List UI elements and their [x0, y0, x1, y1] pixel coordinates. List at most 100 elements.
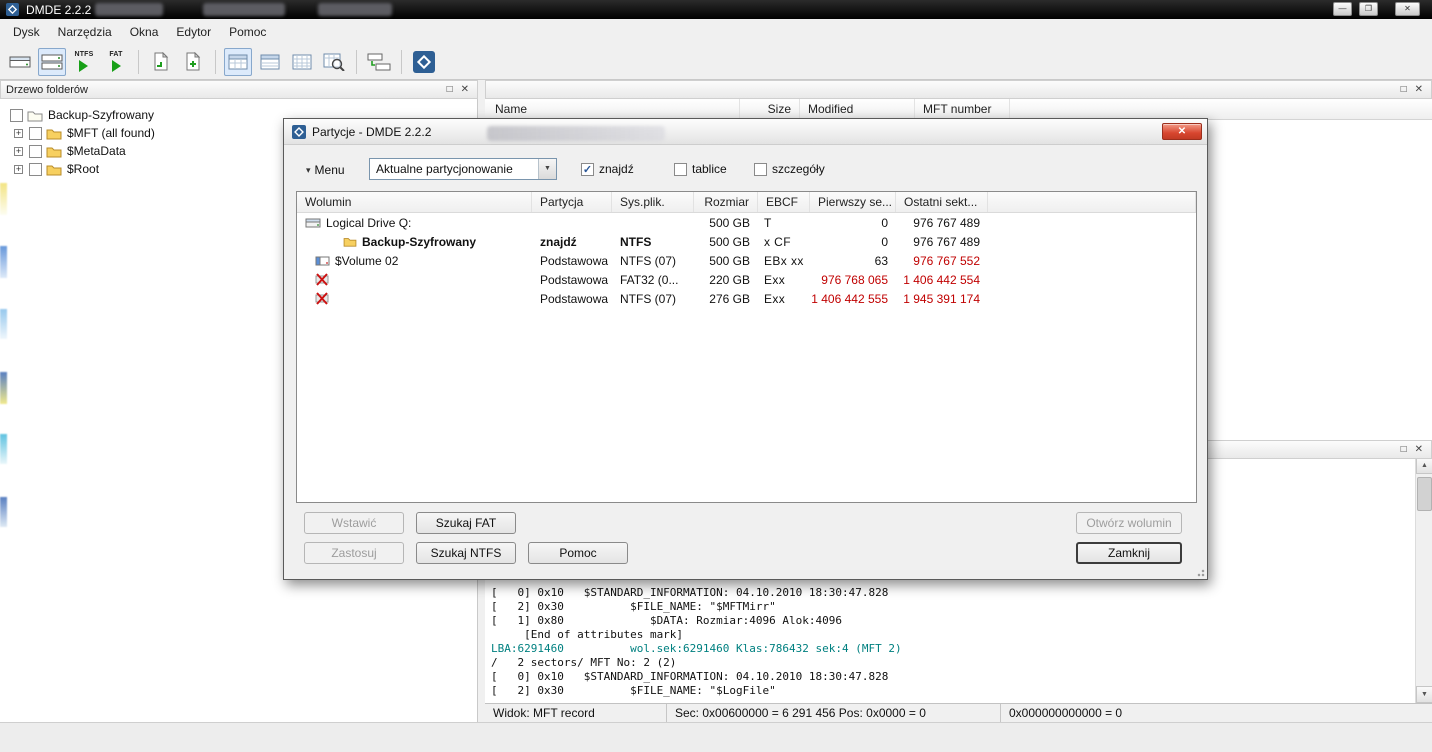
- checkbox-znajdz[interactable]: ✓ znajdź: [581, 162, 634, 176]
- open-drive-button[interactable]: [6, 48, 34, 76]
- toolbar-separator: [356, 49, 357, 74]
- dialog-icon: [292, 124, 306, 139]
- dialog-menu-button[interactable]: ▾ Menu: [298, 159, 353, 181]
- search-grid-icon: [323, 53, 345, 71]
- deleted-partition-icon: [315, 273, 329, 286]
- panel-restore-icon[interactable]: □: [447, 84, 453, 95]
- menu-narzedzia[interactable]: Narzędzia: [49, 22, 121, 42]
- toolbar-separator: [138, 49, 139, 74]
- vertical-scrollbar[interactable]: ▲ ▼: [1415, 457, 1432, 703]
- tree-checkbox[interactable]: [29, 126, 42, 140]
- clone-drive-button[interactable]: [365, 48, 393, 76]
- dialog-titlebar[interactable]: Partycje - DMDE 2.2.2 ✕: [284, 119, 1207, 145]
- about-dmde-button[interactable]: [410, 48, 438, 76]
- tree-checkbox[interactable]: [29, 144, 42, 158]
- checkbox-tablice[interactable]: tablice: [674, 162, 727, 176]
- close-button[interactable]: ✕: [1395, 2, 1420, 16]
- partition-mode-select[interactable]: Aktualne partycjonowanie ▼: [369, 158, 557, 180]
- scrollbar-thumb[interactable]: [1417, 477, 1432, 511]
- folder-open-icon: [27, 111, 43, 121]
- column-size[interactable]: Size: [740, 99, 800, 119]
- resize-grip[interactable]: [1195, 567, 1205, 577]
- folder-icon: [343, 238, 357, 247]
- panel-restore-icon[interactable]: □: [1401, 84, 1407, 95]
- minimize-button[interactable]: —: [1333, 2, 1352, 16]
- col-wolumin[interactable]: Wolumin: [297, 192, 532, 212]
- panel-restore-icon[interactable]: □: [1401, 444, 1407, 455]
- desktop-icon-sliver: [0, 183, 7, 215]
- folder-icon: [46, 129, 62, 139]
- panel-close-icon[interactable]: ✕: [1415, 84, 1423, 95]
- checkbox-unchecked: [674, 162, 687, 176]
- panel-close-icon[interactable]: ✕: [1415, 444, 1423, 455]
- deleted-partition-icon: [315, 292, 329, 305]
- partition-row[interactable]: Backup-Szyfrowany znajdź NTFS 500 GB x C…: [297, 232, 1196, 251]
- scroll-down-button[interactable]: ▼: [1416, 686, 1432, 703]
- menu-edytor[interactable]: Edytor: [167, 22, 220, 42]
- search-ntfs-dialog-button[interactable]: Szukaj NTFS: [416, 542, 516, 564]
- log-line-lba: LBA:6291460 wol.sek:6291460 Klas:786432 …: [491, 642, 902, 655]
- partition-table: Wolumin Partycja Sys.plik. Rozmiar EBCF …: [296, 191, 1197, 503]
- partition-row[interactable]: Podstawowa (A) FAT32 (0... 220 GB Exx 97…: [297, 270, 1196, 289]
- new-document-button[interactable]: [179, 48, 207, 76]
- search-fat-dialog-button[interactable]: Szukaj FAT: [416, 512, 516, 534]
- copy-drives-icon: [367, 53, 391, 70]
- menu-okna[interactable]: Okna: [121, 22, 168, 42]
- window-titlebar: DMDE 2.2.2 — ❐ ✕: [0, 0, 1432, 19]
- window-title: DMDE 2.2.2: [26, 2, 92, 17]
- log-line: [ 1] 0x80 $DATA: Rozmiar:4096 Alok:4096: [491, 614, 842, 627]
- expand-icon[interactable]: +: [14, 146, 23, 156]
- recover-file-button[interactable]: [147, 48, 175, 76]
- checkbox-unchecked: [754, 162, 767, 176]
- expand-icon[interactable]: +: [14, 128, 23, 138]
- tree-panel-header: Drzewo folderów □ ✕: [0, 80, 478, 99]
- select-drive-button[interactable]: [38, 47, 66, 76]
- expand-icon[interactable]: +: [14, 164, 23, 174]
- partition-table-header: Wolumin Partycja Sys.plik. Rozmiar EBCF …: [297, 192, 1196, 213]
- search-fat-button[interactable]: FAT: [102, 48, 130, 76]
- checkbox-szczegoly[interactable]: szczegóły: [754, 162, 825, 176]
- redacted-selected-file: [487, 126, 665, 141]
- file-list-columns: Name Size Modified MFT number: [485, 99, 1432, 120]
- col-ostatni[interactable]: Ostatni sekt...: [896, 192, 988, 212]
- col-pierwszy[interactable]: Pierwszy se...: [810, 192, 896, 212]
- col-rozmiar[interactable]: Rozmiar: [694, 192, 758, 212]
- search-ntfs-button[interactable]: NTFS: [70, 48, 98, 76]
- view-grid-button[interactable]: [288, 48, 316, 76]
- folder-icon: [46, 165, 62, 175]
- open-volume-button: Otwórz wolumin: [1076, 512, 1182, 534]
- col-filler: [988, 192, 1196, 212]
- tree-checkbox[interactable]: [29, 162, 42, 176]
- status-offset: 0x000000000000 = 0: [1009, 706, 1123, 720]
- partition-row[interactable]: Logical Drive Q: 500 GB T 0 976 767 489: [297, 213, 1196, 232]
- search-view-button[interactable]: [320, 48, 348, 76]
- partition-row[interactable]: Podstawowa NTFS (07) 276 GB Exx 1 406 44…: [297, 289, 1196, 308]
- tree-panel-title: Drzewo folderów: [6, 83, 88, 96]
- dmde-logo-icon: [413, 50, 435, 73]
- close-dialog-button[interactable]: Zamknij: [1076, 542, 1182, 564]
- restore-button[interactable]: ❐: [1359, 2, 1378, 16]
- col-ebcf[interactable]: EBCF: [758, 192, 810, 212]
- column-name[interactable]: Name: [485, 99, 740, 119]
- view-table-button[interactable]: [224, 47, 252, 76]
- column-mft-number[interactable]: MFT number: [915, 99, 1010, 119]
- dialog-controls: ▾ Menu Aktualne partycjonowanie ▼ ✓ znaj…: [284, 145, 1207, 191]
- bottom-strip: [0, 722, 1432, 752]
- document-recover-icon: [154, 52, 169, 71]
- redacted-taskbar-item: [95, 3, 163, 16]
- view-list-button[interactable]: [256, 48, 284, 76]
- column-modified[interactable]: Modified: [800, 99, 915, 119]
- dialog-close-button[interactable]: ✕: [1162, 123, 1202, 140]
- col-partycja[interactable]: Partycja: [532, 192, 612, 212]
- panel-close-icon[interactable]: ✕: [461, 84, 469, 95]
- menu-dysk[interactable]: Dysk: [4, 22, 49, 42]
- menu-pomoc[interactable]: Pomoc: [220, 22, 275, 42]
- scroll-up-button[interactable]: ▲: [1416, 457, 1432, 474]
- tree-checkbox[interactable]: [10, 108, 23, 122]
- dialog-title: Partycje - DMDE 2.2.2: [312, 124, 432, 139]
- partition-row[interactable]: $Volume 02 Podstawowa NTFS (07) 500 GB E…: [297, 251, 1196, 270]
- menu-arrow-icon: ▾: [306, 164, 311, 175]
- help-button[interactable]: Pomoc: [528, 542, 628, 564]
- col-sysplik[interactable]: Sys.plik.: [612, 192, 694, 212]
- desktop-icon-sliver: [0, 434, 7, 464]
